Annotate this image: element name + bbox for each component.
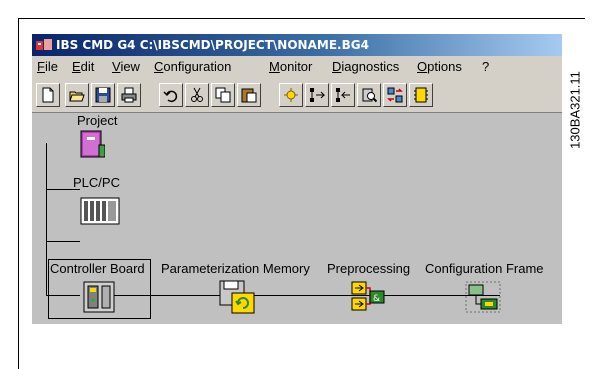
open-button[interactable] [65,83,89,107]
cut-icon [191,87,203,102]
figure-frame-top [18,18,585,19]
save-button[interactable] [91,83,115,107]
copy-icon [215,87,231,103]
configuration-frame-label: Configuration Frame [425,261,544,276]
device-icon [414,87,428,103]
insert-before-button[interactable] [331,83,355,107]
menu-help[interactable]: ? [482,56,489,78]
undo-button[interactable] [159,83,183,107]
figure-frame-left [18,18,19,369]
project-book-icon[interactable] [79,129,105,161]
diagnose-button[interactable] [357,83,381,107]
project-label: Project [77,113,118,128]
device-button[interactable] [409,83,433,107]
title-bar: IBS CMD G4 C:\IBSCMD\PROJECT\NONAME.BG4 [32,34,562,56]
parameterization-memory-label: Parameterization Memory [161,261,310,276]
menu-monitor[interactable]: Monitor [269,56,312,78]
tree-line-bus [100,295,500,296]
reference-code-text: 130BA321.11 [567,71,583,149]
window-title: IBS CMD G4 C:\IBSCMD\PROJECT\NONAME.BG4 [56,38,369,52]
insert-after-button[interactable] [305,83,329,107]
controller-board-label: Controller Board [50,261,145,276]
preprocessing-icon[interactable]: & [350,280,386,314]
svg-text:&: & [373,294,380,304]
controller-board-icon[interactable] [82,280,116,314]
menu-diagnostics[interactable]: Diagnostics [332,56,399,78]
save-icon [95,87,111,103]
insert-after-icon [310,88,325,102]
menu-options[interactable]: Options [417,56,462,78]
app-icon [36,39,52,50]
cut-button[interactable] [185,83,209,107]
figure-reference-code: 130BA321.11 [563,30,587,190]
parameterize-icon [284,88,298,102]
menu-file[interactable]: File [37,56,58,78]
tree-line-plc-branch [46,241,80,242]
plc-rack-icon[interactable] [80,197,120,225]
print-button[interactable] [117,83,141,107]
paste-button[interactable] [237,83,261,107]
print-icon [121,87,137,103]
exchange-icon [387,87,403,103]
menu-configuration[interactable]: Configuration [154,56,231,78]
app-window: IBS CMD G4 C:\IBSCMD\PROJECT\NONAME.BG4 … [32,34,562,324]
paste-icon [241,88,257,103]
configuration-frame-icon[interactable] [463,279,503,315]
exchange-button[interactable] [383,83,407,107]
toolbar [32,78,562,113]
copy-button[interactable] [211,83,235,107]
menu-edit[interactable]: Edit [72,56,94,78]
diagnose-icon [362,88,377,103]
undo-icon [163,90,178,103]
plc-label: PLC/PC [73,175,120,190]
menu-bar: File Edit View Configuration Monitor Dia… [32,56,562,78]
new-icon [42,87,54,103]
parameterize-button[interactable] [279,83,303,107]
parameterization-memory-icon[interactable] [218,279,256,315]
preprocessing-label: Preprocessing [327,261,411,276]
menu-view[interactable]: View [112,56,140,78]
open-icon [69,91,85,102]
tree-line-project-vertical [46,143,47,295]
insert-before-icon [336,88,350,102]
bus-configuration-tree: Project PLC/PC Controller Board Paramete… [32,113,562,324]
new-button[interactable] [36,83,60,107]
